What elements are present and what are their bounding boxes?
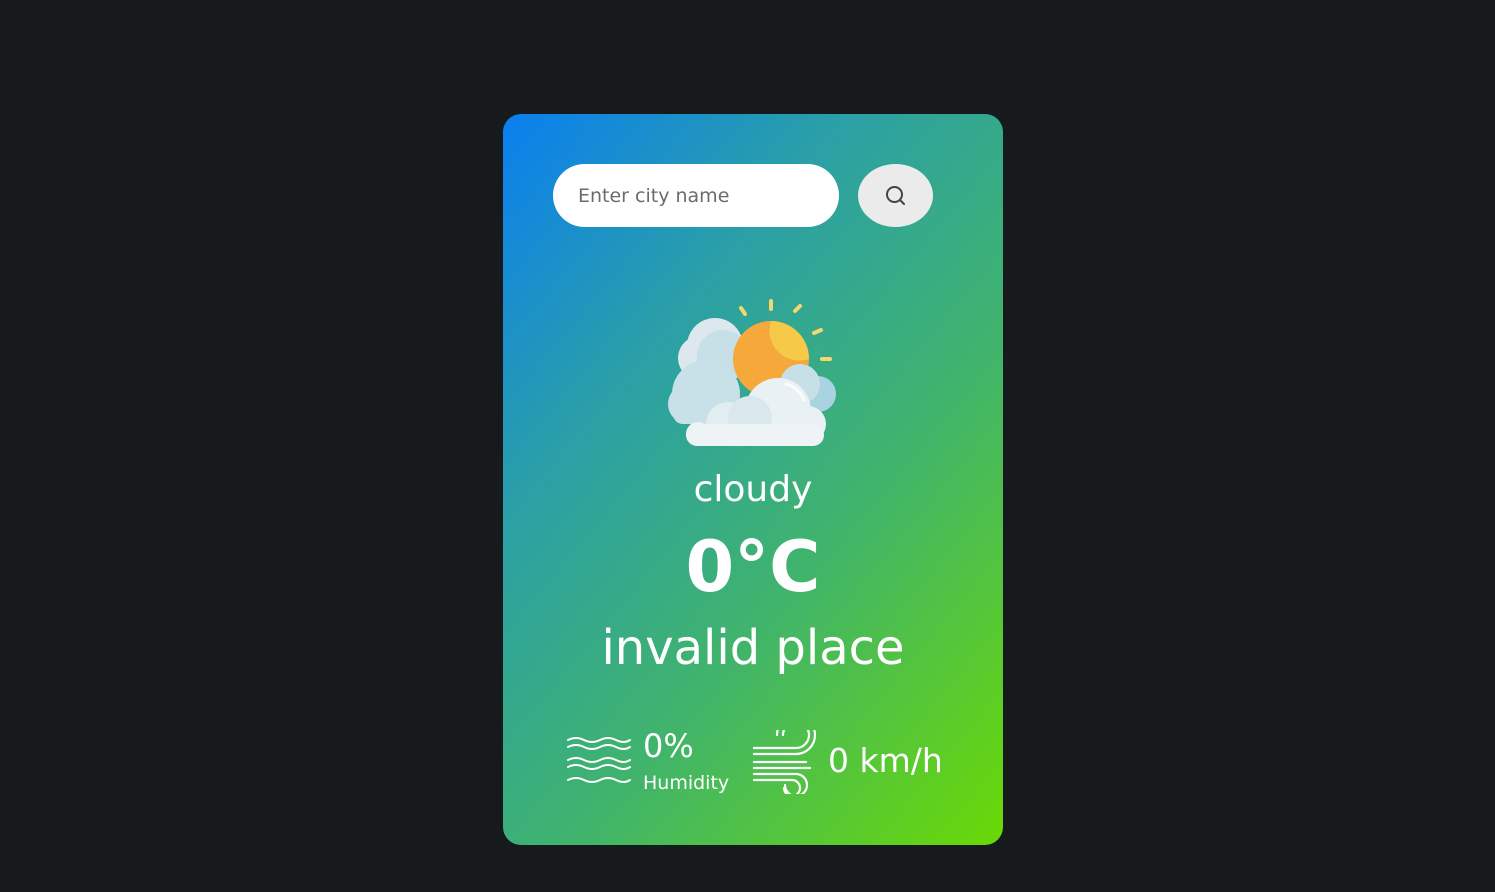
temperature: 0°C — [685, 526, 821, 608]
weather-condition: cloudy — [693, 469, 813, 510]
search-bar — [553, 164, 933, 227]
city-name: invalid place — [601, 620, 905, 676]
weather-card: cloudy 0°C invalid place 0% Humidity — [503, 114, 1003, 845]
humidity-waves-icon — [567, 737, 631, 783]
search-icon — [885, 185, 905, 205]
humidity-label: Humidity — [643, 772, 730, 794]
weather-details: 0% Humidity 0 km/h — [503, 726, 1003, 796]
city-search-input[interactable] — [553, 164, 839, 227]
partly-cloudy-icon — [668, 299, 836, 446]
wind-icon — [752, 730, 817, 794]
humidity-value: 0% — [643, 727, 694, 765]
wind-speed-value: 0 km/h — [828, 741, 943, 780]
search-button[interactable] — [858, 164, 933, 227]
